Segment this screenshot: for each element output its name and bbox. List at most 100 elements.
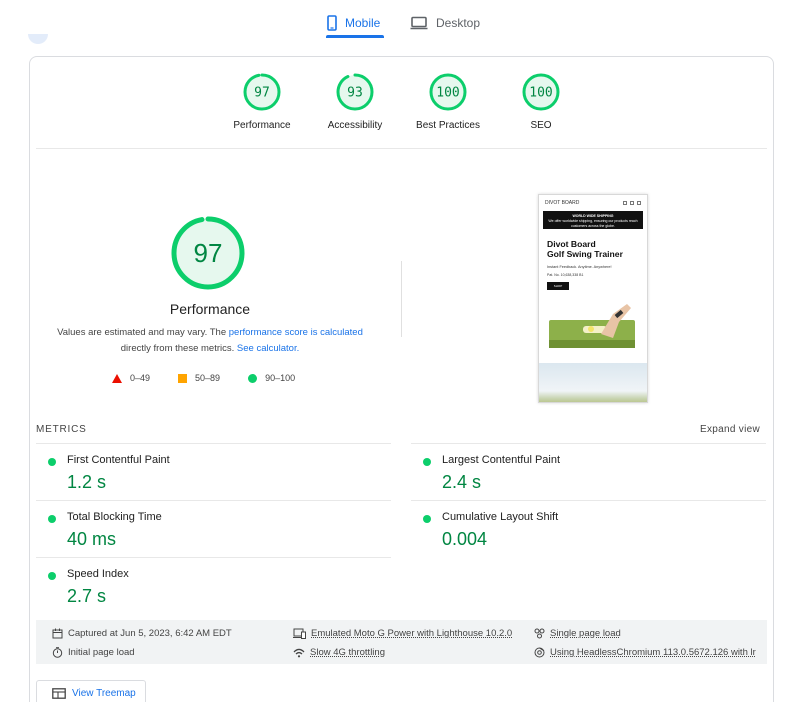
final-screenshot[interactable]: DIVOT BOARD WORLD WIDE SHIPPING We offer… [538, 194, 648, 403]
banner-line2: We offer worldwide shipping, ensuring ou… [543, 219, 643, 229]
legend-fail: 0–49 [112, 373, 150, 383]
report-card: 97 Performance 93 Accessibility 100 Best… [29, 56, 774, 702]
screenshot-title: Divot Board Golf Swing Trainer [547, 239, 647, 259]
screenshot-logo: DIVOT BOARD [545, 200, 579, 206]
gauge-performance[interactable]: 97 Performance [217, 73, 307, 131]
tab-desktop-label: Desktop [436, 16, 480, 30]
legend-average: 50–89 [178, 373, 220, 383]
pass-circle-icon [48, 515, 56, 523]
tab-mobile-label: Mobile [345, 16, 380, 30]
metric-name: Largest Contentful Paint [442, 454, 560, 466]
wifi-icon [293, 648, 305, 658]
triangle-icon [112, 374, 122, 383]
performance-score: 97 [194, 238, 223, 268]
metric-value: 2.7 s [67, 586, 106, 607]
gauge-ring: 93 [336, 73, 374, 111]
throttling-text: Slow 4G throttling [310, 647, 385, 658]
metric-name: First Contentful Paint [67, 454, 170, 466]
captured-at: Captured at Jun 5, 2023, 6:42 AM EDT [52, 628, 232, 639]
initial-load: Initial page load [52, 647, 135, 658]
title-line1: Divot Board [547, 239, 647, 249]
tab-desktop[interactable]: Desktop [410, 8, 480, 38]
laptop-icon [410, 16, 428, 30]
pass-circle-icon [48, 572, 56, 580]
chrome-icon [534, 647, 545, 658]
screenshot-patent: Pat. No. 10,638,338 B1 [547, 273, 647, 277]
single-load-text: Single page load [550, 628, 621, 639]
title-line2: Golf Swing Trainer [547, 249, 647, 259]
metric-name: Speed Index [67, 568, 129, 580]
gauge-score: 97 [254, 86, 270, 101]
metric-lcp: Largest Contentful Paint 2.4 s [411, 443, 766, 499]
desc-text-2: directly from these metrics. [121, 343, 237, 354]
performance-section: 97 Performance Values are estimated and … [30, 149, 773, 429]
gauge-score: 100 [436, 86, 459, 101]
gauge-score: 93 [347, 86, 363, 101]
metric-name: Cumulative Layout Shift [442, 511, 558, 523]
emulated-device[interactable]: Emulated Moto G Power with Lighthouse 10… [293, 628, 512, 639]
gauge-label: Best Practices [403, 120, 493, 131]
session-icon [534, 628, 545, 639]
legend-pass: 90–100 [248, 373, 295, 383]
gauge-ring: 100 [522, 73, 560, 111]
screenshot-shop-button: SHOP [547, 282, 569, 290]
gauge-best-practices[interactable]: 100 Best Practices [403, 73, 493, 131]
pass-circle-icon [48, 458, 56, 466]
sky-image [539, 363, 648, 403]
smartphone-icon [327, 15, 337, 31]
gauge-score: 100 [529, 86, 552, 101]
performance-title: Performance [30, 301, 390, 317]
single-page-load[interactable]: Single page load [534, 628, 621, 639]
score-calculated-link[interactable]: performance score is calculated [229, 327, 363, 338]
metric-si: Speed Index 2.7 s [36, 557, 391, 613]
treemap-icon [52, 688, 66, 699]
category-gauges: 97 Performance 93 Accessibility 100 Best… [30, 57, 773, 149]
devices-icon [293, 628, 306, 639]
legend-pass-label: 90–100 [265, 373, 295, 383]
metric-tbt: Total Blocking Time 40 ms [36, 500, 391, 556]
gauge-accessibility[interactable]: 93 Accessibility [310, 73, 400, 131]
expand-view-toggle[interactable]: Expand view [700, 424, 760, 435]
screenshot-header-icons [623, 201, 641, 205]
screenshot-header: DIVOT BOARD [539, 195, 647, 211]
partial-avatar [28, 34, 48, 44]
metric-name: Total Blocking Time [67, 511, 162, 523]
gauge-label: Performance [217, 120, 307, 131]
run-info: Captured at Jun 5, 2023, 6:42 AM EDT Ini… [36, 620, 767, 664]
partial-origin-text [63, 31, 123, 39]
metric-fcp: First Contentful Paint 1.2 s [36, 443, 391, 499]
performance-big-gauge: 97 [170, 215, 246, 291]
initial-load-text: Initial page load [68, 647, 135, 658]
see-calculator-link[interactable]: See calculator. [237, 343, 299, 354]
metric-cls: Cumulative Layout Shift 0.004 [411, 500, 766, 556]
product-image [539, 300, 648, 358]
screenshot-subtitle: Instant Feedback. Anytime. Anywhere! [547, 265, 647, 269]
metric-value: 40 ms [67, 529, 116, 550]
active-tab-indicator [326, 35, 384, 38]
device-text: Emulated Moto G Power with Lighthouse 10… [311, 628, 512, 639]
square-icon [178, 374, 187, 383]
pass-circle-icon [423, 515, 431, 523]
metrics-heading: METRICS [36, 424, 87, 435]
view-treemap-button[interactable]: View Treemap [36, 680, 146, 702]
legend-fail-label: 0–49 [130, 373, 150, 383]
tab-mobile[interactable]: Mobile [327, 8, 380, 38]
legend-average-label: 50–89 [195, 373, 220, 383]
captured-text: Captured at Jun 5, 2023, 6:42 AM EDT [68, 628, 232, 639]
gauge-label: SEO [496, 120, 586, 131]
screenshot-banner: WORLD WIDE SHIPPING We offer worldwide s… [543, 211, 643, 229]
performance-description: Values are estimated and may vary. The p… [50, 325, 370, 357]
browser-text: Using HeadlessChromium 113.0.5672.126 wi… [550, 647, 756, 658]
browser-info[interactable]: Using HeadlessChromium 113.0.5672.126 wi… [534, 647, 756, 658]
metric-value: 2.4 s [442, 472, 481, 493]
gauge-ring: 100 [429, 73, 467, 111]
treemap-label: View Treemap [72, 688, 136, 699]
calendar-icon [52, 628, 63, 639]
vertical-divider [401, 261, 402, 337]
desc-text: Values are estimated and may vary. The [57, 327, 229, 338]
gauge-label: Accessibility [310, 120, 400, 131]
gauge-seo[interactable]: 100 SEO [496, 73, 586, 131]
score-legend: 0–49 50–89 90–100 [112, 373, 323, 383]
gauge-ring: 97 [243, 73, 281, 111]
network-throttling[interactable]: Slow 4G throttling [293, 647, 385, 658]
